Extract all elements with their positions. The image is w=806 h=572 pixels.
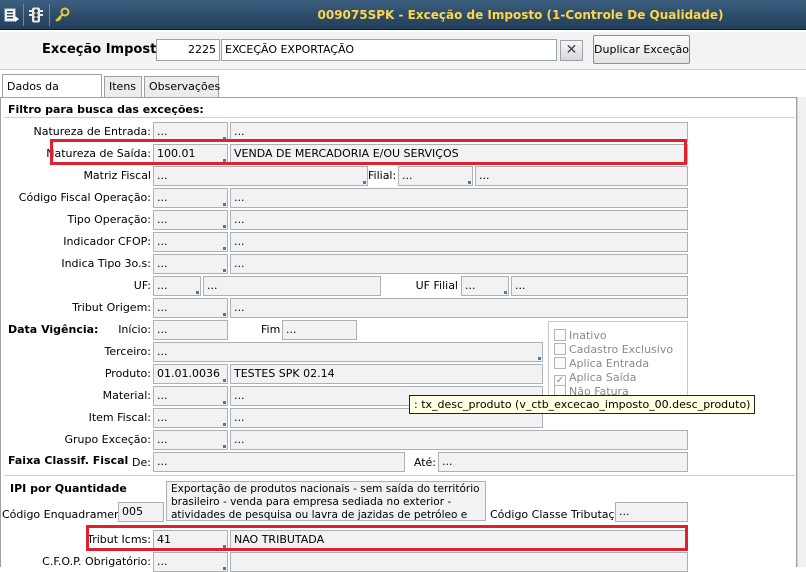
faixa-section-title: Faixa Classif. Fiscal xyxy=(8,454,129,467)
header-label: Exceção Imposto xyxy=(42,42,166,57)
tribut-origem-code[interactable]: ... xyxy=(153,298,228,318)
ipi-section-title: IPI por Quantidade xyxy=(10,482,127,495)
filial-code[interactable]: ... xyxy=(398,166,473,186)
cadastro-exclusivo-checkbox[interactable]: Cadastro Exclusivo xyxy=(554,343,673,357)
tab-bar: Dados da Exceção Itens Observações xyxy=(0,74,806,117)
list-icon[interactable] xyxy=(4,7,20,23)
codigo-enquadramento-field[interactable]: 005 xyxy=(118,502,164,522)
filial-label: Filial: xyxy=(368,169,397,182)
cfop-obrigatorio-code[interactable]: ... xyxy=(153,552,228,572)
inicio-field[interactable]: ... xyxy=(153,320,228,340)
key-icon[interactable] xyxy=(54,7,70,23)
codigo-classe-label: Código Classe Tributação xyxy=(490,508,629,521)
tipo-operacao-label: Tipo Operação: xyxy=(67,213,151,226)
exception-description-field[interactable]: EXCEÇÃO EXPORTAÇÃO xyxy=(221,39,557,61)
indicador-cfop-desc[interactable]: ... xyxy=(230,232,688,252)
cfop-obrigatorio-desc[interactable] xyxy=(230,552,688,572)
indica-tipo-3os-desc[interactable]: ... xyxy=(230,254,688,274)
indica-tipo-3os-code[interactable]: ... xyxy=(153,254,228,274)
indicador-cfop-label: Indicador CFOP: xyxy=(63,235,151,248)
matriz-fiscal-label: Matriz Fiscal xyxy=(83,169,151,182)
duplicate-exception-button[interactable]: Duplicar Exceção xyxy=(593,35,690,64)
tribut-icms-label: Tribut Icms: xyxy=(87,533,151,546)
grupo-excecao-code[interactable]: ... xyxy=(153,430,228,450)
produto-code[interactable]: 01.01.0036 xyxy=(153,364,228,384)
material-code[interactable]: ... xyxy=(153,386,228,406)
grupo-excecao-label: Grupo Exceção: xyxy=(64,433,151,446)
inativo-checkbox[interactable]: Inativo xyxy=(554,329,607,343)
options-group: Inativo Cadastro Exclusivo Aplica Entrad… xyxy=(548,321,688,396)
uf-desc[interactable]: ... xyxy=(203,276,381,296)
uf-filial-code[interactable]: ... xyxy=(461,276,509,296)
de-label: De: xyxy=(132,456,151,469)
grupo-excecao-desc[interactable]: ... xyxy=(230,430,688,450)
traffic-light-icon[interactable] xyxy=(28,7,44,23)
codigo-fiscal-operacao-desc[interactable]: ... xyxy=(230,188,688,208)
codigo-fiscal-operacao-label: Código Fiscal Operação: xyxy=(18,191,151,204)
field-tooltip: : tx_desc_produto (v_ctb_excecao_imposto… xyxy=(409,395,756,414)
cfop-obrigatorio-label: C.F.O.P. Obrigatório: xyxy=(42,555,151,568)
uf-filial-label: UF Filial xyxy=(415,279,458,292)
uf-label: UF: xyxy=(133,279,151,292)
produto-desc[interactable]: TESTES SPK 02.14 xyxy=(230,364,543,384)
window-title: 009075SPK - Exceção de Imposto (1-Contro… xyxy=(317,8,724,22)
terceiro-field[interactable]: ... xyxy=(153,342,543,362)
exception-code-field[interactable]: 2225 xyxy=(156,39,220,61)
natureza-saida-label: Natureza de Saída: xyxy=(46,147,151,160)
tribut-icms-desc[interactable]: NAO TRIBUTADA xyxy=(230,530,688,550)
fim-field[interactable]: ... xyxy=(282,320,357,340)
header-panel: Exceção Imposto 2225 EXCEÇÃO EXPORTAÇÃO … xyxy=(0,32,806,70)
aplica-entrada-checkbox[interactable]: Aplica Entrada xyxy=(554,357,649,371)
tipo-operacao-desc[interactable]: ... xyxy=(230,210,688,230)
clear-button[interactable]: ✕ xyxy=(560,40,583,61)
tab-dados-excecao[interactable]: Dados da Exceção xyxy=(2,74,102,117)
ate-label: Até: xyxy=(413,456,436,469)
codigo-classe-field[interactable]: ... xyxy=(615,502,688,522)
indica-tipo-3os-label: Indica Tipo 3o.s: xyxy=(61,257,151,270)
item-fiscal-label: Item Fiscal: xyxy=(88,411,151,424)
filter-section-title: Filtro para busca das exceções: xyxy=(8,103,204,116)
tribut-icms-code[interactable]: 41 xyxy=(153,530,228,550)
aplica-saida-checkbox[interactable]: ✓ Aplica Saída xyxy=(554,371,636,387)
tab-observacoes[interactable]: Observações xyxy=(144,76,220,98)
natureza-entrada-code[interactable]: ... xyxy=(153,122,228,142)
produto-label: Produto: xyxy=(104,367,151,380)
indicador-cfop-code[interactable]: ... xyxy=(153,232,228,252)
terceiro-label: Terceiro: xyxy=(104,345,152,358)
codigo-fiscal-operacao-code[interactable]: ... xyxy=(153,188,228,208)
vigencia-section-title: Data Vigência: xyxy=(8,323,99,336)
inicio-label: Início: xyxy=(118,323,151,336)
natureza-entrada-label: Natureza de Entrada: xyxy=(33,125,152,138)
uf-code[interactable]: ... xyxy=(153,276,201,296)
natureza-saida-desc[interactable]: VENDA DE MERCADORIA E/OU SERVIÇOS xyxy=(230,144,688,164)
natureza-saida-code[interactable]: 100.01 xyxy=(153,144,228,164)
tribut-origem-label: Tribut Origem: xyxy=(72,301,151,314)
title-bar: 009075SPK - Exceção de Imposto (1-Contro… xyxy=(0,0,806,30)
filial-desc[interactable]: ... xyxy=(475,166,688,186)
close-icon: ✕ xyxy=(565,42,578,58)
natureza-entrada-desc[interactable]: ... xyxy=(230,122,688,142)
tipo-operacao-code[interactable]: ... xyxy=(153,210,228,230)
tab-itens[interactable]: Itens xyxy=(104,76,142,98)
codigo-enquadramento-label: Código Enquadramento xyxy=(2,508,133,521)
item-fiscal-code[interactable]: ... xyxy=(153,408,228,428)
material-label: Material: xyxy=(102,389,151,402)
vertical-scrollbar[interactable] xyxy=(797,97,806,567)
uf-filial-desc[interactable]: ... xyxy=(511,276,688,296)
enquadramento-description[interactable]: Exportação de produtos nacionais - sem s… xyxy=(166,481,486,521)
matriz-fiscal-field[interactable]: ... xyxy=(153,166,368,186)
de-field[interactable]: ... xyxy=(153,452,405,472)
fim-label: Fim xyxy=(261,323,281,336)
tribut-origem-desc[interactable]: ... xyxy=(230,298,688,318)
ate-field[interactable]: ... xyxy=(438,452,688,472)
